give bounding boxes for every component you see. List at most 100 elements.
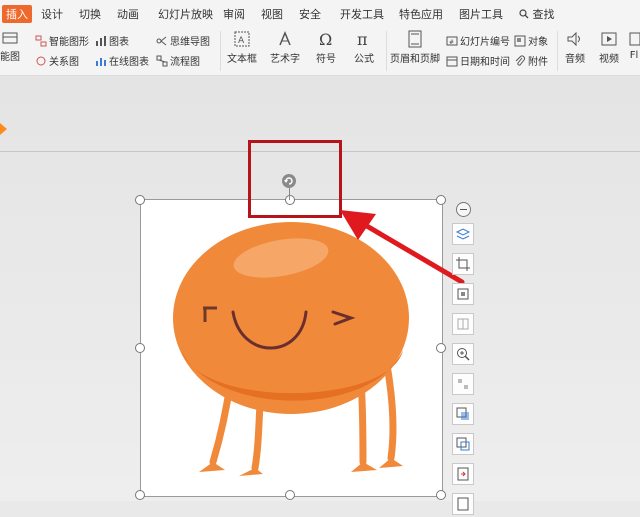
art-text-label: 艺术字	[270, 54, 300, 65]
picture-effect-button[interactable]	[452, 403, 474, 425]
smart-graphic-button[interactable]: 智能图形	[35, 33, 89, 48]
audio-button[interactable]: 音频	[560, 30, 590, 65]
svg-text:#: #	[449, 39, 454, 46]
mind-map-label: 思维导图	[170, 37, 210, 48]
resize-handle-right[interactable]	[436, 343, 446, 353]
tab-design[interactable]: 设计	[41, 6, 63, 22]
art-text-icon	[279, 31, 291, 46]
smartart-icon	[2, 32, 18, 44]
mosaic-button[interactable]	[452, 373, 474, 395]
layer-button[interactable]	[452, 223, 474, 245]
svg-text:π: π	[357, 30, 368, 48]
replace-picture-button[interactable]	[452, 283, 474, 305]
svg-text:Ω: Ω	[319, 30, 332, 48]
flash-partial-label: Fl	[629, 50, 639, 61]
chart-button[interactable]: 图表	[95, 33, 129, 48]
date-time-button[interactable]: 日期和时间	[446, 53, 510, 68]
tab-transition[interactable]: 切换	[79, 6, 101, 22]
relation-graph-button[interactable]: 关系图	[35, 53, 79, 68]
header-footer-label: 页眉和页脚	[390, 54, 440, 65]
crop-icon	[456, 257, 470, 271]
svg-text:A: A	[238, 36, 245, 46]
flash-icon	[629, 32, 640, 46]
tab-insert[interactable]: 插入	[2, 5, 32, 23]
art-text-button[interactable]: 艺术字	[266, 30, 304, 65]
textbox-label: 文本框	[227, 54, 257, 65]
video-button[interactable]: 视频	[594, 30, 624, 65]
textbox-icon: A	[234, 31, 250, 47]
minus-icon	[460, 209, 467, 210]
symbol-label: 符号	[316, 54, 336, 65]
tab-view[interactable]: 视图	[261, 6, 283, 22]
object-button[interactable]: 对象	[514, 33, 548, 48]
formula-button[interactable]: π 公式	[347, 30, 381, 65]
search-icon	[519, 9, 529, 19]
copy-picture-icon	[456, 437, 470, 451]
online-chart-button[interactable]: 在线图表	[95, 53, 149, 68]
smartart-partial-label: 能图	[0, 52, 20, 63]
tab-animation[interactable]: 动画	[117, 6, 139, 22]
relation-graph-label: 关系图	[49, 57, 79, 68]
tab-features[interactable]: 特色应用	[399, 6, 443, 22]
layers-icon	[455, 228, 471, 240]
more-tools-button[interactable]	[452, 493, 474, 515]
split-icon	[457, 318, 469, 330]
attachment-button[interactable]: 附件	[514, 53, 548, 68]
tab-picture-tools[interactable]: 图片工具	[459, 6, 503, 22]
textbox-button[interactable]: A 文本框	[222, 30, 262, 65]
resize-handle-bottom[interactable]	[285, 490, 295, 500]
video-icon	[601, 32, 617, 46]
resize-handle-top-left[interactable]	[135, 195, 145, 205]
annotation-arrow-icon	[340, 210, 465, 285]
mind-map-icon	[156, 36, 167, 45]
slide-number-icon: #	[446, 36, 458, 46]
formula-label: 公式	[354, 54, 374, 65]
slide-number-button[interactable]: # 幻灯片编号	[446, 33, 510, 48]
crop-button[interactable]	[452, 253, 474, 275]
flash-partial-button[interactable]: Fl	[628, 30, 640, 61]
zoom-in-icon	[457, 348, 470, 361]
bar-chart-icon	[96, 35, 106, 46]
picture-split-button[interactable]	[452, 313, 474, 335]
ribbon-divider	[386, 31, 387, 71]
tab-review[interactable]: 审阅	[223, 6, 245, 22]
flowchart-label: 流程图	[170, 57, 200, 68]
export-picture-button[interactable]	[452, 463, 474, 485]
pi-icon: π	[357, 30, 368, 48]
flowchart-button[interactable]: 流程图	[156, 53, 200, 68]
resize-handle-bottom-left[interactable]	[135, 490, 145, 500]
chart-label: 图表	[109, 37, 129, 48]
copy-picture-button[interactable]	[452, 433, 474, 455]
symbol-button[interactable]: Ω 符号	[309, 30, 343, 65]
tab-security[interactable]: 安全	[299, 6, 321, 22]
date-time-label: 日期和时间	[460, 57, 510, 68]
smart-graphic-label: 智能图形	[49, 37, 89, 48]
online-chart-icon	[96, 57, 106, 66]
mosaic-icon	[458, 379, 468, 389]
audio-label: 音频	[565, 54, 585, 65]
ribbon-tab-bar: 插入 设计 切换 动画 幻灯片放映 审阅 视图 安全 开发工具 特色应用 图片工…	[0, 0, 640, 27]
header-footer-button[interactable]: 页眉和页脚	[389, 30, 441, 65]
export-picture-icon	[457, 467, 469, 481]
zoom-button[interactable]	[452, 343, 474, 365]
resize-handle-left[interactable]	[135, 343, 145, 353]
collapse-toolbar-button[interactable]	[456, 202, 471, 217]
smartart-partial-button[interactable]: 能图	[0, 30, 22, 63]
tab-slideshow[interactable]: 幻灯片放映	[158, 6, 213, 22]
smart-graphic-icon	[35, 35, 47, 46]
highlight-box	[248, 140, 342, 218]
video-label: 视频	[599, 54, 619, 65]
picture-effect-icon	[456, 407, 469, 420]
search-label: 查找	[532, 8, 555, 21]
current-slide-marker-icon	[0, 123, 7, 135]
slide-number-label: 幻灯片编号	[460, 37, 510, 48]
attachment-label: 附件	[528, 57, 548, 68]
mind-map-button[interactable]: 思维导图	[156, 33, 210, 48]
calendar-icon	[446, 56, 458, 66]
speaker-icon	[567, 31, 580, 47]
tab-search[interactable]: 查找	[519, 6, 555, 22]
online-chart-label: 在线图表	[109, 57, 149, 68]
paperclip-icon	[515, 55, 525, 66]
resize-handle-bottom-right[interactable]	[436, 490, 446, 500]
tab-developer[interactable]: 开发工具	[340, 6, 384, 22]
